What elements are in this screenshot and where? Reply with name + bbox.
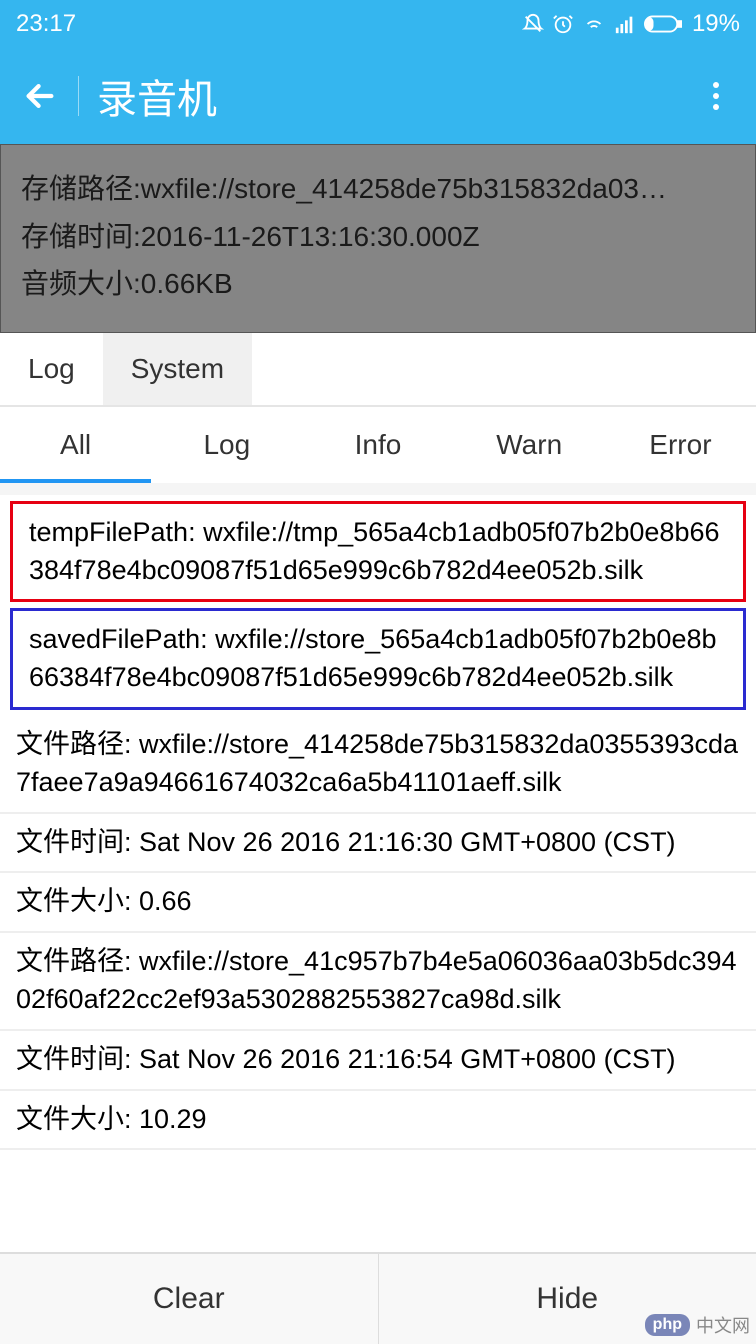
more-button[interactable]	[696, 76, 736, 116]
filter-warn[interactable]: Warn	[454, 407, 605, 483]
arrow-left-icon	[23, 79, 57, 113]
divider	[78, 76, 79, 116]
php-badge: php	[645, 1314, 690, 1336]
log-entry[interactable]: 文件大小: 10.29	[0, 1091, 756, 1151]
tab-system[interactable]: System	[103, 333, 252, 405]
tab-log[interactable]: Log	[0, 333, 103, 405]
log-entry[interactable]: 文件路径: wxfile://store_414258de75b315832da…	[0, 716, 756, 814]
bottom-bar: Clear Hide	[0, 1252, 756, 1344]
storage-time-line: 存储时间:2016-11-26T13:16:30.000Z	[21, 213, 735, 261]
clear-button[interactable]: Clear	[0, 1254, 379, 1344]
filter-info[interactable]: Info	[302, 407, 453, 483]
filter-all[interactable]: All	[0, 407, 151, 483]
app-bar: 录音机	[0, 48, 756, 144]
signal-icon	[614, 13, 636, 35]
back-button[interactable]	[20, 76, 60, 116]
battery-percent: 19%	[692, 10, 740, 38]
status-bar: 23:17 19%	[0, 0, 756, 48]
alarm-icon	[552, 13, 574, 35]
log-list[interactable]: tempFilePath: wxfile://tmp_565a4cb1adb05…	[0, 495, 756, 1255]
filter-tabs: All Log Info Warn Error	[0, 407, 756, 495]
filter-log[interactable]: Log	[151, 407, 302, 483]
status-right: 19%	[522, 10, 740, 38]
log-entry-saved-path[interactable]: savedFilePath: wxfile://store_565a4cb1ad…	[10, 608, 746, 710]
page-title: 录音机	[97, 67, 696, 125]
log-entry[interactable]: 文件大小: 0.66	[0, 873, 756, 933]
log-entry[interactable]: 文件时间: Sat Nov 26 2016 21:16:30 GMT+0800 …	[0, 814, 756, 874]
log-entry[interactable]: 文件路径: wxfile://store_41c957b7b4e5a06036a…	[0, 933, 756, 1031]
log-entry-temp-path[interactable]: tempFilePath: wxfile://tmp_565a4cb1adb05…	[10, 501, 746, 603]
storage-path-line: 存储路径:wxfile://store_414258de75b315832da0…	[21, 165, 735, 213]
log-entry[interactable]: 文件时间: Sat Nov 26 2016 21:16:54 GMT+0800 …	[0, 1031, 756, 1091]
status-icons	[522, 13, 682, 35]
status-time: 23:17	[16, 10, 76, 38]
main-tabs: Log System	[0, 333, 756, 407]
filter-error[interactable]: Error	[605, 407, 756, 483]
info-panel: 存储路径:wxfile://store_414258de75b315832da0…	[0, 144, 756, 333]
wifi-icon	[582, 13, 606, 35]
watermark-text: 中文网	[696, 1312, 750, 1338]
battery-icon	[644, 15, 682, 33]
watermark: php 中文网	[645, 1312, 750, 1338]
mute-icon	[522, 13, 544, 35]
audio-size-line: 音频大小:0.66KB	[21, 260, 735, 308]
